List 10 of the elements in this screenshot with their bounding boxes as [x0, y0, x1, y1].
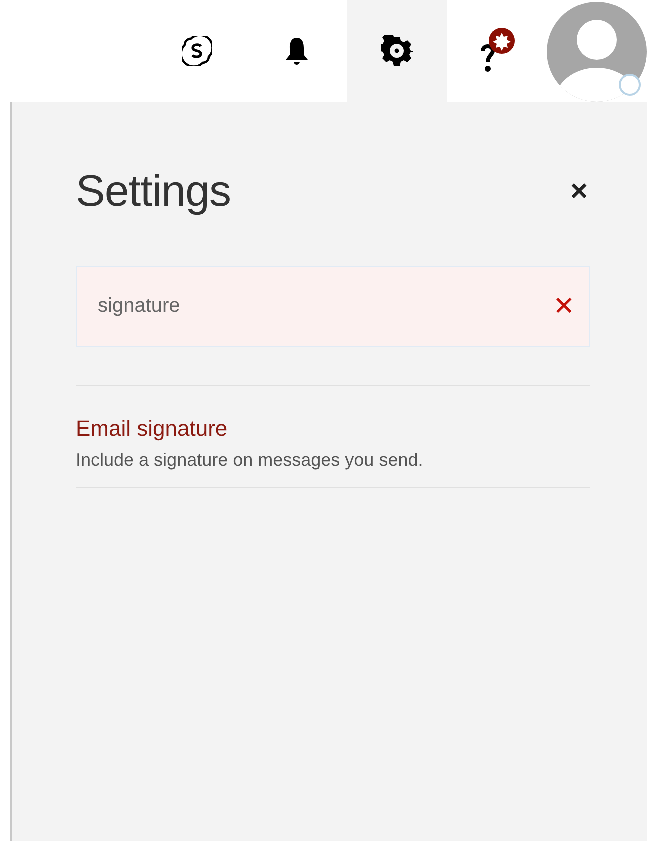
skype-icon — [182, 36, 212, 66]
settings-icon — [381, 35, 413, 67]
clear-search-button[interactable]: ✕ — [551, 294, 577, 320]
settings-button[interactable] — [347, 0, 447, 102]
panel-title: Settings — [76, 167, 231, 217]
bell-icon — [284, 36, 310, 66]
result-description: Include a signature on messages you send. — [76, 450, 424, 471]
result-link[interactable]: Email signature — [76, 416, 228, 442]
close-button[interactable]: × — [568, 177, 590, 207]
search-field[interactable]: signature ✕ — [76, 266, 590, 347]
